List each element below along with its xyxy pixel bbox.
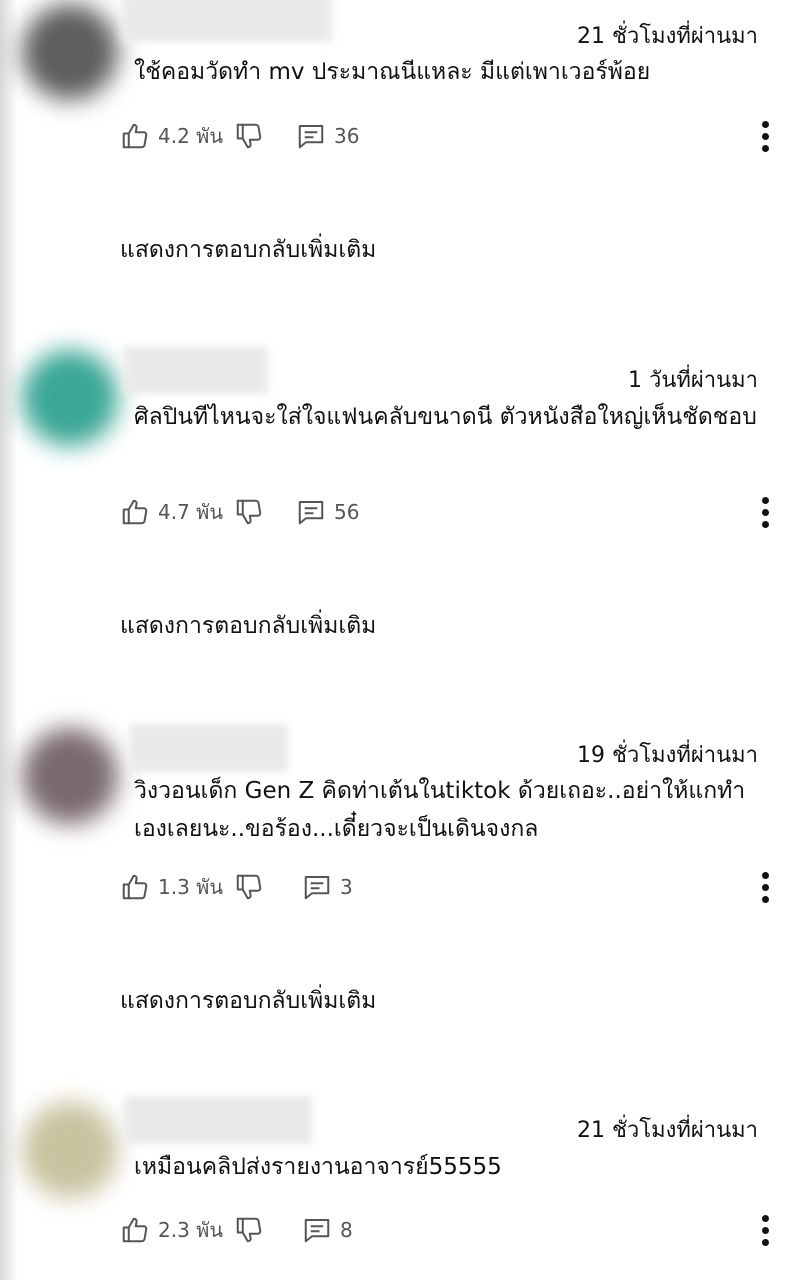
comment-timestamp: 1 วันที่ผ่านมา [627, 368, 758, 393]
thumbs-up-icon [122, 1217, 148, 1243]
reply-count: 3 [340, 875, 353, 899]
author-name-blurred[interactable] [122, 0, 332, 42]
author-name-blurred[interactable] [124, 346, 268, 394]
like-button[interactable]: 4.2 พัน [120, 116, 223, 156]
reply-button[interactable]: 36 [296, 116, 359, 156]
more-options-icon[interactable] [750, 1210, 780, 1250]
dislike-button[interactable] [234, 867, 264, 907]
like-button[interactable]: 1.3 พัน [120, 867, 223, 907]
show-more-replies-link[interactable]: แสดงการตอบกลับเพิ่มเติม [120, 608, 376, 644]
more-options-icon[interactable] [750, 116, 780, 156]
comment-timestamp: 21 ชั่วโมงที่ผ่านมา [577, 24, 758, 49]
reply-button[interactable]: 56 [296, 492, 359, 532]
comment-text: ศิลปินทีไหนจะใส่ใจแฟนคลับขนาดนี ตัวหนังส… [134, 404, 757, 430]
reply-comment-icon [304, 876, 330, 900]
left-edge-shadow [0, 0, 18, 1280]
like-count: 4.2 พัน [158, 124, 224, 148]
comment-timestamp: 19 ชั่วโมงที่ผ่านมา [577, 743, 758, 768]
like-count: 1.3 พัน [158, 875, 224, 899]
reply-comment-icon [298, 125, 324, 149]
like-count: 2.3 พัน [158, 1218, 224, 1242]
avatar[interactable] [22, 728, 118, 824]
comment-text: ใช้คอมวัดทำ mv ประมาณนีแหละ มีแต่เพาเวอร… [134, 59, 651, 85]
comment-actions: 2.3 พัน 8 [120, 1210, 780, 1250]
avatar[interactable] [22, 350, 118, 446]
thumbs-down-icon [236, 123, 262, 149]
more-options-icon[interactable] [750, 867, 780, 907]
comment-actions: 4.2 พัน 36 [120, 116, 780, 156]
reply-count: 8 [340, 1218, 353, 1242]
thumbs-down-icon [236, 1217, 262, 1243]
reply-button[interactable]: 3 [302, 867, 353, 907]
like-button[interactable]: 2.3 พัน [120, 1210, 223, 1250]
more-options-icon[interactable] [750, 492, 780, 532]
thumbs-down-icon [236, 499, 262, 525]
reply-comment-icon [304, 1219, 330, 1243]
dislike-button[interactable] [234, 1210, 264, 1250]
dislike-button[interactable] [234, 116, 264, 156]
like-count: 4.7 พัน [158, 500, 224, 524]
avatar[interactable] [22, 4, 118, 100]
avatar[interactable] [22, 1102, 118, 1198]
thumbs-up-icon [122, 123, 148, 149]
like-button[interactable]: 4.7 พัน [120, 492, 223, 532]
comment-text: วิงวอนเด็ก Gen Z คิดท่าเต้นในtiktok ด้วย… [134, 778, 746, 842]
thumbs-down-icon [236, 874, 262, 900]
show-more-replies-link[interactable]: แสดงการตอบกลับเพิ่มเติม [120, 983, 376, 1019]
author-name-blurred[interactable] [124, 1096, 312, 1144]
dislike-button[interactable] [234, 492, 264, 532]
reply-button[interactable]: 8 [302, 1210, 353, 1250]
comment-actions: 1.3 พัน 3 [120, 867, 780, 907]
comment-actions: 4.7 พัน 56 [120, 492, 780, 532]
comment-text: เหมือนคลิปส่งรายงานอาจารย์55555 [134, 1154, 502, 1180]
thumbs-up-icon [122, 874, 148, 900]
show-more-replies-link[interactable]: แสดงการตอบกลับเพิ่มเติม [120, 232, 376, 268]
reply-comment-icon [298, 501, 324, 525]
reply-count: 56 [334, 500, 360, 524]
author-name-blurred[interactable] [130, 724, 288, 772]
comment-timestamp: 21 ชั่วโมงที่ผ่านมา [577, 1118, 758, 1143]
thumbs-up-icon [122, 499, 148, 525]
reply-count: 36 [334, 124, 360, 148]
